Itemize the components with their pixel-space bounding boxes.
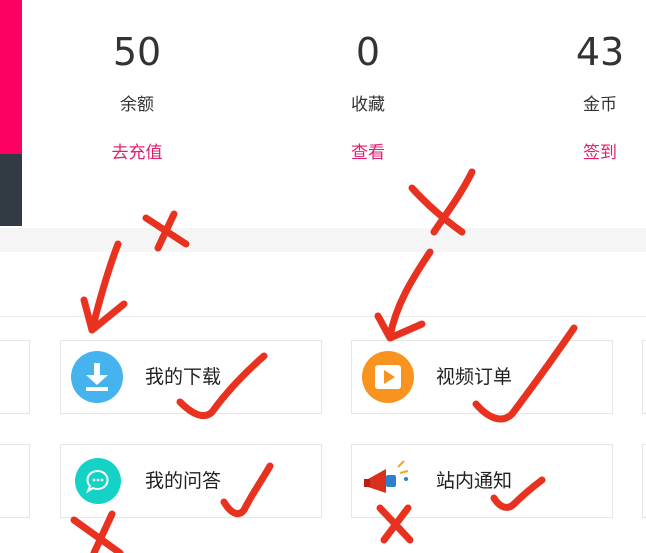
menu-card-partial-right-2[interactable] [642, 444, 646, 518]
menu-card-partial-left-1[interactable] [0, 340, 30, 414]
profile-banner-edge [0, 0, 22, 154]
recharge-link[interactable]: 去充值 [57, 143, 217, 163]
menu-label: 我的问答 [145, 470, 222, 492]
download-icon [71, 351, 123, 403]
menu-card-partial-right-1[interactable] [642, 340, 646, 414]
checkin-link[interactable]: 签到 [520, 143, 646, 163]
profile-banner-bottom [0, 154, 22, 226]
menu-my-downloads[interactable]: 我的下载 [60, 340, 322, 414]
megaphone-icon [362, 459, 416, 503]
view-favorites-link[interactable]: 查看 [288, 143, 448, 163]
menu-video-orders[interactable]: 视频订单 [351, 340, 613, 414]
menu-my-qa[interactable]: 我的问答 [60, 444, 322, 518]
balance-value: 50 [112, 30, 162, 74]
chat-bubble-icon [75, 458, 121, 504]
menu-label: 视频订单 [436, 366, 513, 388]
menu-label: 站内通知 [436, 470, 513, 492]
video-play-icon [362, 351, 414, 403]
menu-site-notifications[interactable]: 站内通知 [351, 444, 613, 518]
balance-label: 余额 [120, 95, 154, 115]
divider-line [0, 316, 646, 317]
favorites-label: 收藏 [351, 95, 385, 115]
favorites-value: 0 [355, 30, 381, 74]
section-separator [0, 228, 646, 252]
coins-label: 金币 [583, 95, 617, 115]
menu-label: 我的下载 [145, 366, 222, 388]
coins-value: 43 [575, 30, 625, 74]
menu-card-partial-left-2[interactable] [0, 444, 30, 518]
